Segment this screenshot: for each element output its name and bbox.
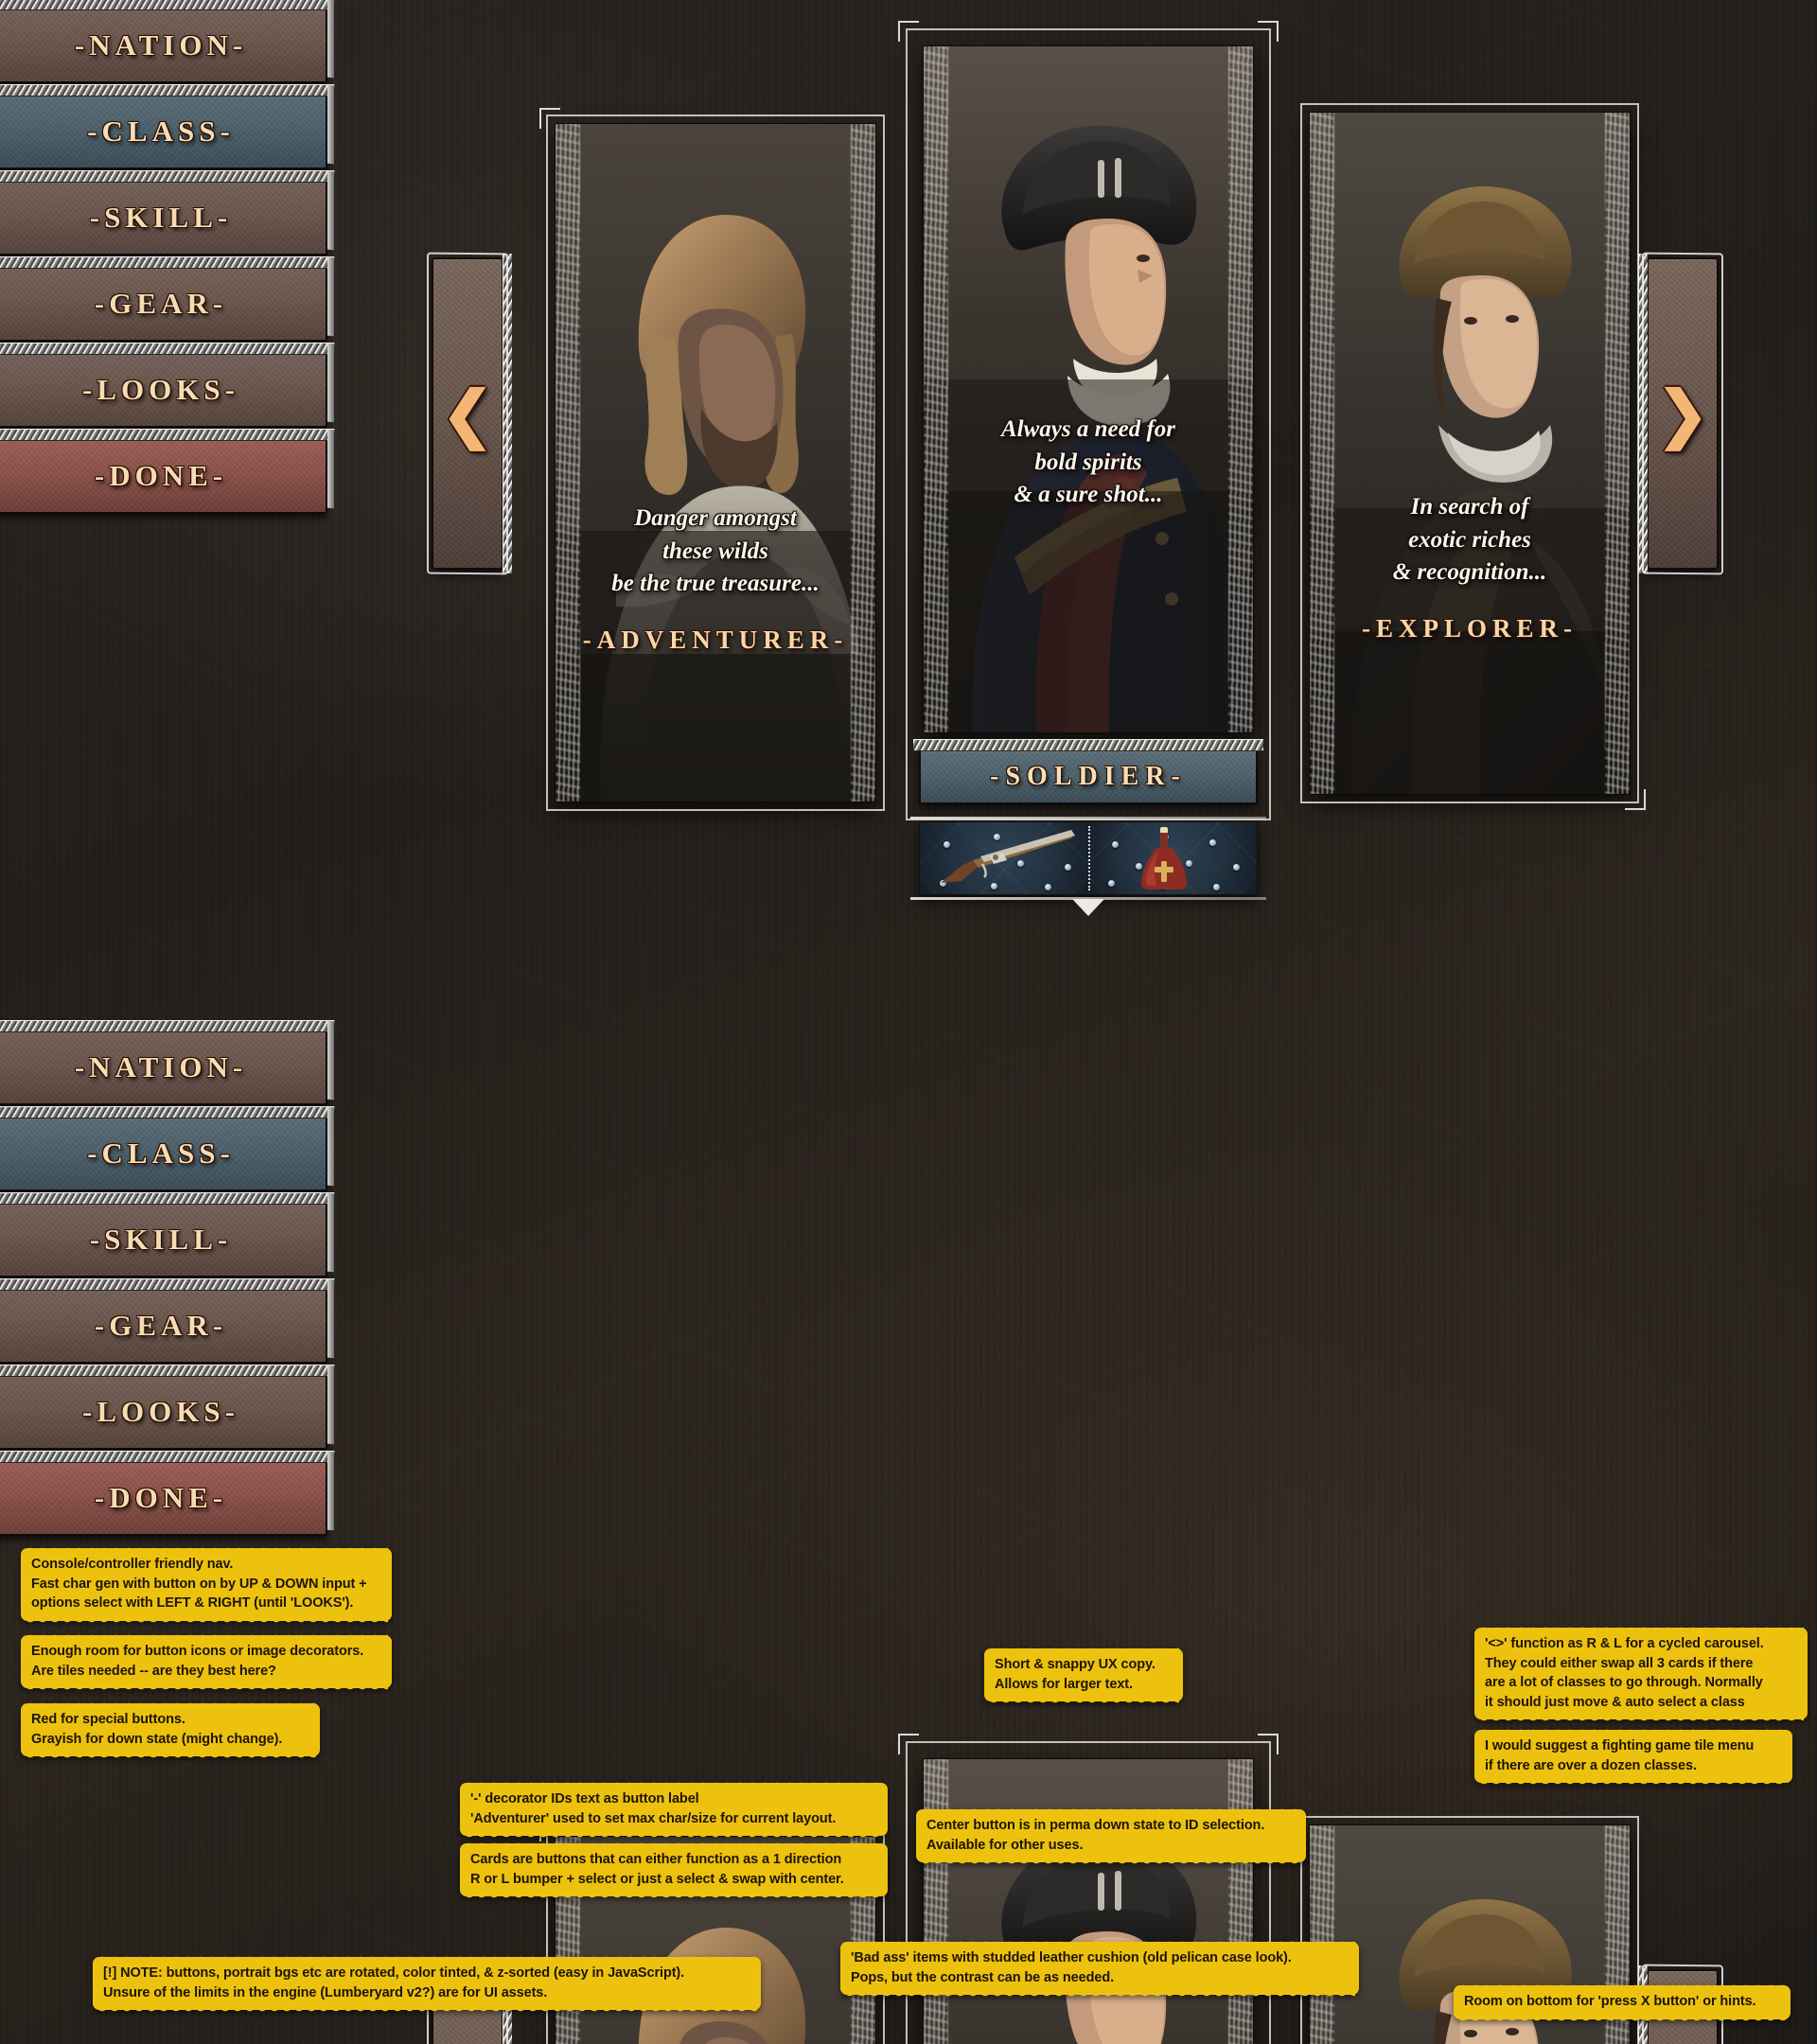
explorer-portrait-art — [1310, 113, 1630, 794]
card-corner-mark — [898, 21, 919, 42]
menu-item-label: -DONE- — [94, 1481, 228, 1514]
item-slot-musket[interactable] — [920, 822, 1088, 894]
menu-item-label: -NATION- — [74, 28, 248, 62]
menu-item-label: -LOOKS- — [82, 1395, 239, 1428]
annotation-ux-copy: Short & snappy UX copy. Allows for large… — [984, 1644, 1183, 1706]
card-corner-mark — [1258, 21, 1279, 42]
menu-item-label: -CLASS- — [87, 115, 235, 148]
items-top-rail — [910, 817, 1266, 819]
card-name-label: -ADVENTURER- — [582, 626, 849, 654]
menu-item-skill[interactable]: -SKILL- — [0, 180, 327, 256]
soldier-portrait-art — [924, 46, 1253, 732]
annotation-icons: Enough room for button icons or image de… — [21, 1630, 392, 1693]
soldier-portrait-art — [924, 1759, 1253, 2044]
card-portrait: Danger amongst these wilds be the true t… — [555, 123, 876, 802]
chevron-right-icon: ❯ — [1656, 379, 1709, 449]
next-class-button[interactable]: ❯ — [1638, 252, 1723, 575]
rail-decoration — [1638, 254, 1648, 573]
class-card-soldier-selected[interactable]: Always a need for bold spirits & a sure … — [898, 21, 1279, 916]
annotation-items: 'Bad ass' items with studded leather cus… — [840, 1937, 1359, 2000]
mockup-panel-clean: -NATION- -CLASS- -SKILL- -GEAR- -LOOKS- … — [0, 0, 1817, 1022]
category-menu-annotated: -NATION- -CLASS- -SKILL- -GEAR- -LOOKS- … — [0, 1030, 327, 1546]
class-card-adventurer[interactable]: Danger amongst these wilds be the true t… — [539, 108, 885, 811]
menu-item-gear[interactable]: -GEAR- — [0, 1288, 327, 1364]
menu-item-nation[interactable]: -NATION- — [0, 8, 327, 83]
menu-item-done[interactable]: -DONE- — [0, 438, 327, 514]
menu-item-done[interactable]: -DONE- — [0, 1460, 327, 1536]
category-menu: -NATION- -CLASS- -SKILL- -GEAR- -LOOKS- … — [0, 8, 327, 524]
selected-class-name-plate[interactable]: -SOLDIER- — [913, 739, 1263, 804]
previous-class-button[interactable]: ❮ — [427, 252, 512, 575]
menu-item-label: -DONE- — [94, 459, 228, 492]
menu-item-class[interactable]: -CLASS- — [0, 1116, 327, 1191]
item-slot-bottle[interactable] — [1088, 822, 1257, 894]
annotation-carousel: '<>' function as R & L for a cycled caro… — [1474, 1623, 1808, 1724]
menu-item-label: -NATION- — [74, 1050, 248, 1084]
class-card-soldier-selected[interactable]: Always a need for bold spirits & a sure … — [898, 1734, 1279, 2044]
card-quote: Danger amongst these wilds be the true t… — [611, 505, 820, 596]
annotation-center-button: Center button is in perma down state to … — [916, 1805, 1306, 1867]
menu-item-label: -CLASS- — [87, 1137, 235, 1170]
menu-item-label: -LOOKS- — [82, 373, 239, 406]
menu-item-skill[interactable]: -SKILL- — [0, 1202, 327, 1278]
annotation-decorator: '-' decorator IDs text as button label '… — [460, 1778, 888, 1841]
annotation-nav: Console/controller friendly nav. Fast ch… — [21, 1544, 392, 1625]
menu-item-nation[interactable]: -NATION- — [0, 1030, 327, 1105]
annotation-engine: [!] NOTE: buttons, portrait bgs etc are … — [93, 1952, 761, 2015]
menu-item-looks[interactable]: -LOOKS- — [0, 1374, 327, 1450]
menu-item-label: -SKILL- — [89, 201, 233, 234]
card-portrait: Always a need for bold spirits & a sure … — [923, 45, 1254, 733]
annotation-tile-menu: I would suggest a fighting game tile men… — [1474, 1725, 1792, 1788]
annotation-cards-buttons: Cards are buttons that can either functi… — [460, 1839, 888, 1901]
bottle-icon — [1141, 827, 1187, 890]
musket-icon — [941, 830, 1075, 883]
card-corner-mark — [898, 1734, 919, 1754]
card-portrait: Always a need for bold spirits & a sure … — [923, 1758, 1254, 2044]
rail-decoration — [503, 254, 512, 573]
annotation-colors: Red for special buttons. Grayish for dow… — [21, 1699, 320, 1761]
menu-item-class[interactable]: -CLASS- — [0, 94, 327, 169]
mockup-panel-annotated: -NATION- -CLASS- -SKILL- -GEAR- -LOOKS- … — [0, 1022, 1817, 2044]
menu-item-gear[interactable]: -GEAR- — [0, 266, 327, 342]
menu-item-label: -SKILL- — [89, 1223, 233, 1256]
mockup-stage: -NATION- -CLASS- -SKILL- -GEAR- -LOOKS- … — [0, 0, 1817, 2044]
menu-item-looks[interactable]: -LOOKS- — [0, 352, 327, 428]
selection-pointer-icon — [1072, 899, 1104, 916]
card-portrait: In search of exotic riches & recognition… — [1309, 112, 1631, 795]
annotation-bottom-room: Room on bottom for 'press X button' or h… — [1454, 1982, 1791, 2023]
card-name-label: -SOLDIER- — [990, 762, 1187, 791]
card-quote: In search of exotic riches & recognition… — [1392, 494, 1547, 585]
adventurer-portrait-art — [556, 124, 875, 802]
card-name-label: -EXPLORER- — [1362, 614, 1578, 643]
slot-divider — [1088, 826, 1090, 890]
card-corner-mark — [1258, 1734, 1279, 1754]
card-quote: Always a need for bold spirits & a sure … — [1000, 416, 1176, 507]
starting-items-panel — [910, 817, 1266, 900]
menu-item-label: -GEAR- — [94, 1309, 228, 1342]
chevron-left-icon: ❮ — [441, 379, 494, 449]
menu-item-label: -GEAR- — [94, 287, 228, 320]
class-card-explorer[interactable]: In search of exotic riches & recognition… — [1300, 103, 1646, 810]
